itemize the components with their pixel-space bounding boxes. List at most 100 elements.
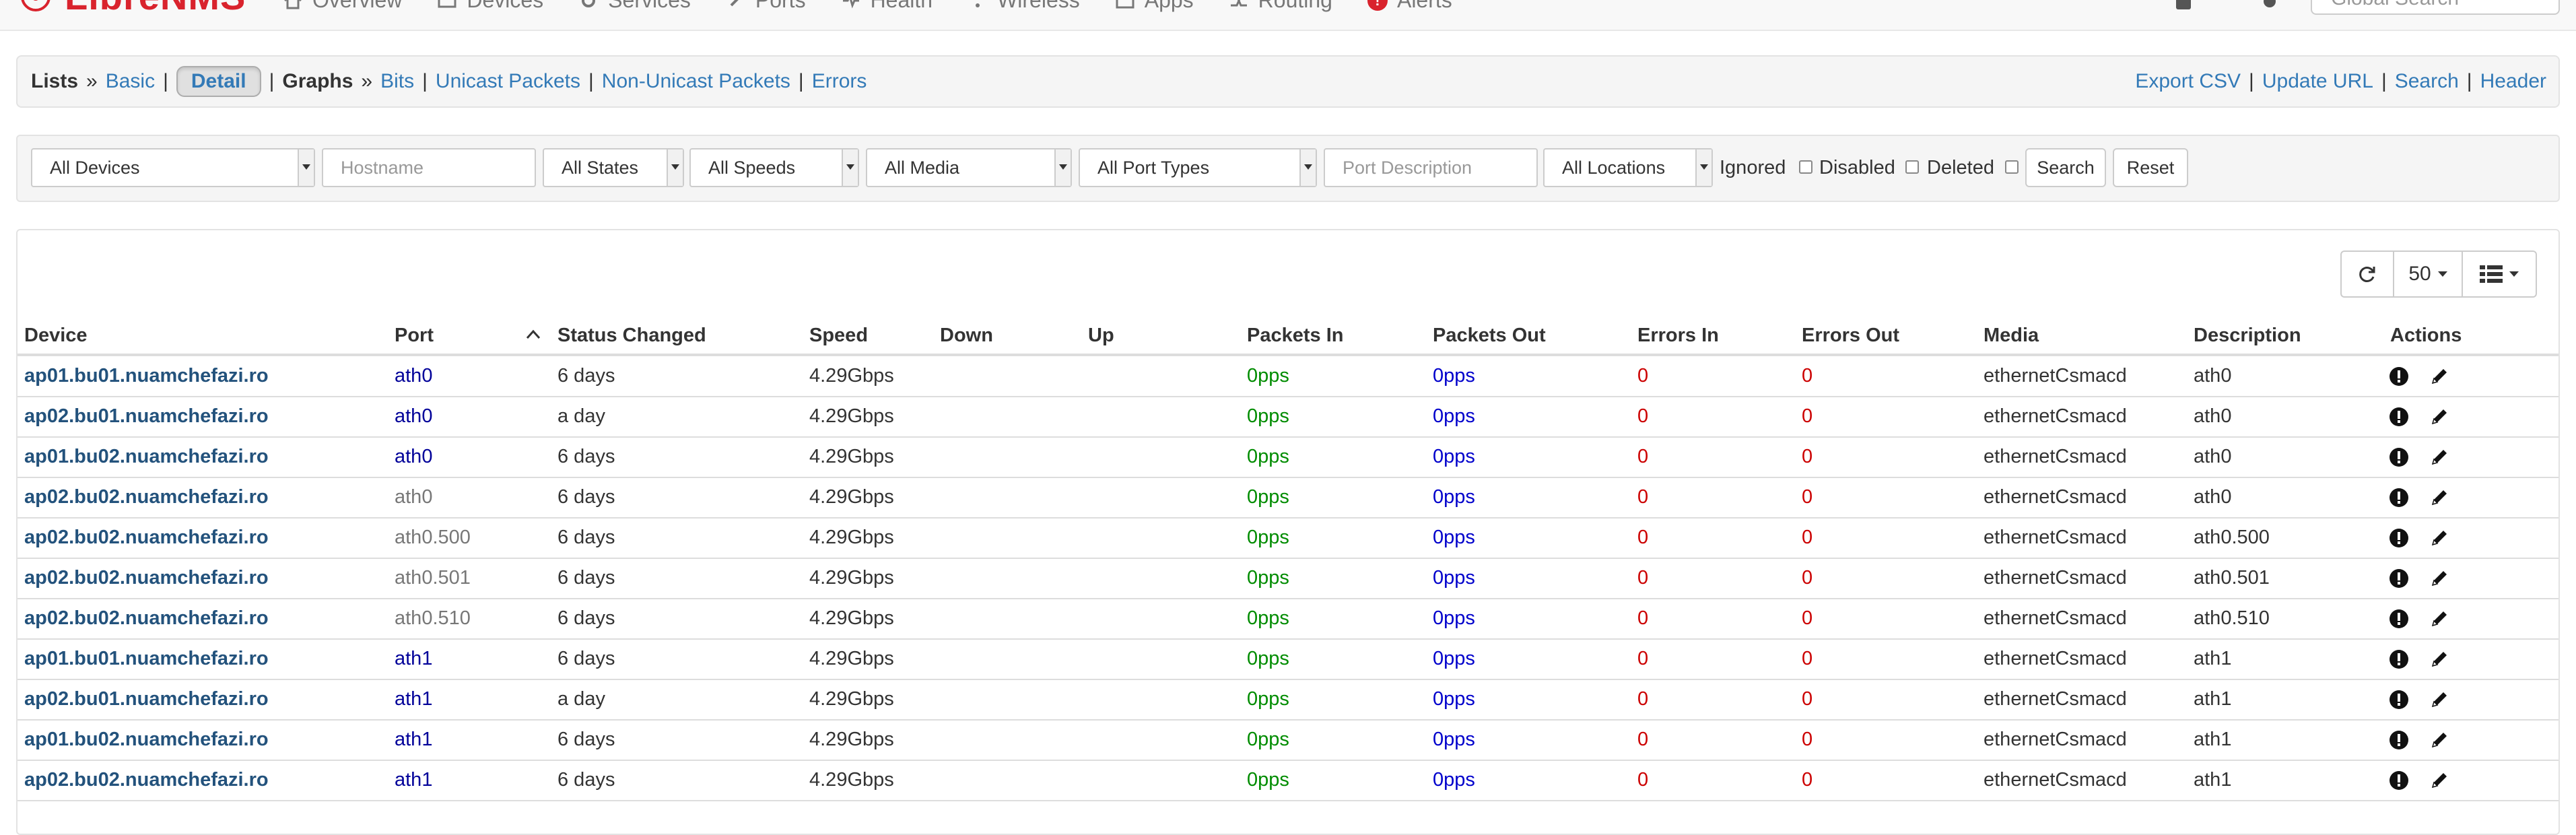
packets-out[interactable]: 0pps <box>1433 729 1475 751</box>
packets-out[interactable]: 0pps <box>1433 527 1475 549</box>
brand[interactable]: LibreNMS <box>19 0 246 15</box>
device-link[interactable]: ap02.bu02.nuamchefazi.ro <box>24 607 269 630</box>
user-icon[interactable] <box>2172 0 2195 16</box>
device-select[interactable]: All Devices <box>31 148 315 187</box>
port-link[interactable]: ath1 <box>395 688 432 710</box>
packets-in[interactable]: 0pps <box>1247 527 1289 549</box>
alert-rule-icon[interactable] <box>2389 730 2409 750</box>
col-packets-in[interactable]: Packets In <box>1247 325 1343 347</box>
device-link[interactable]: ap01.bu01.nuamchefazi.ro <box>24 365 269 387</box>
deleted-checkbox[interactable] <box>2005 160 2019 174</box>
device-link[interactable]: ap02.bu02.nuamchefazi.ro <box>24 567 269 589</box>
errors-out[interactable]: 0 <box>1802 446 1812 468</box>
errors-in[interactable]: 0 <box>1637 648 1648 670</box>
refresh-button[interactable] <box>2340 250 2394 298</box>
packets-out[interactable]: 0pps <box>1433 648 1475 670</box>
pencil-icon[interactable] <box>2429 488 2449 508</box>
errors-out[interactable]: 0 <box>1802 607 1812 630</box>
update-url-link[interactable]: Update URL <box>2262 70 2373 93</box>
state-select[interactable]: All States <box>543 148 684 187</box>
errors-out[interactable]: 0 <box>1802 486 1812 508</box>
packets-out[interactable]: 0pps <box>1433 405 1475 428</box>
list-basic-link[interactable]: Basic <box>106 70 155 93</box>
packets-out[interactable]: 0pps <box>1433 607 1475 630</box>
speed-select[interactable]: All Speeds <box>689 148 859 187</box>
alert-rule-icon[interactable] <box>2389 528 2409 548</box>
packets-in[interactable]: 0pps <box>1247 607 1289 630</box>
port-type-select[interactable]: All Port Types <box>1079 148 1317 187</box>
port-link[interactable]: ath0.501 <box>395 567 471 589</box>
reset-button[interactable]: Reset <box>2113 148 2188 187</box>
nav-alerts[interactable]: ! Alerts <box>1367 0 1452 13</box>
pencil-icon[interactable] <box>2429 770 2449 791</box>
pencil-icon[interactable] <box>2429 690 2449 710</box>
alert-rule-icon[interactable] <box>2389 649 2409 669</box>
errors-out[interactable]: 0 <box>1802 365 1812 387</box>
device-link[interactable]: ap02.bu01.nuamchefazi.ro <box>24 688 269 710</box>
location-select[interactable]: All Locations <box>1543 148 1713 187</box>
columns-dropdown[interactable] <box>2462 250 2537 298</box>
packets-in[interactable]: 0pps <box>1247 769 1289 791</box>
packets-out[interactable]: 0pps <box>1433 769 1475 791</box>
alert-rule-icon[interactable] <box>2389 488 2409 508</box>
col-media[interactable]: Media <box>1984 325 2039 347</box>
packets-in[interactable]: 0pps <box>1247 729 1289 751</box>
pencil-icon[interactable] <box>2429 447 2449 467</box>
graph-errors-link[interactable]: Errors <box>812 70 867 93</box>
errors-in[interactable]: 0 <box>1637 527 1648 549</box>
errors-in[interactable]: 0 <box>1637 405 1648 428</box>
errors-out[interactable]: 0 <box>1802 567 1812 589</box>
errors-in[interactable]: 0 <box>1637 769 1648 791</box>
col-errors-out[interactable]: Errors Out <box>1802 325 1899 347</box>
col-down[interactable]: Down <box>940 325 993 347</box>
alert-rule-icon[interactable] <box>2389 690 2409 710</box>
alert-rule-icon[interactable] <box>2389 447 2409 467</box>
pencil-icon[interactable] <box>2429 568 2449 589</box>
errors-in[interactable]: 0 <box>1637 607 1648 630</box>
port-link[interactable]: ath1 <box>395 729 432 751</box>
alert-rule-icon[interactable] <box>2389 609 2409 629</box>
device-link[interactable]: ap02.bu02.nuamchefazi.ro <box>24 486 269 508</box>
disabled-checkbox[interactable] <box>1905 160 1919 174</box>
gear-icon[interactable] <box>2258 0 2281 16</box>
errors-out[interactable]: 0 <box>1802 688 1812 710</box>
col-port[interactable]: Port <box>395 325 434 347</box>
errors-in[interactable]: 0 <box>1637 688 1648 710</box>
packets-in[interactable]: 0pps <box>1247 688 1289 710</box>
packets-in[interactable]: 0pps <box>1247 446 1289 468</box>
errors-out[interactable]: 0 <box>1802 527 1812 549</box>
errors-in[interactable]: 0 <box>1637 567 1648 589</box>
col-description[interactable]: Description <box>2194 325 2301 347</box>
nav-services[interactable]: Services <box>578 0 691 13</box>
device-link[interactable]: ap01.bu02.nuamchefazi.ro <box>24 729 269 751</box>
port-description-input[interactable]: Port Description <box>1324 148 1538 187</box>
errors-in[interactable]: 0 <box>1637 365 1648 387</box>
col-device[interactable]: Device <box>24 325 88 347</box>
device-link[interactable]: ap02.bu02.nuamchefazi.ro <box>24 769 269 791</box>
search-button[interactable]: Search <box>2025 148 2106 187</box>
export-csv-link[interactable]: Export CSV <box>2135 70 2241 93</box>
graph-bits-link[interactable]: Bits <box>380 70 414 93</box>
alert-rule-icon[interactable] <box>2389 366 2409 387</box>
device-link[interactable]: ap02.bu02.nuamchefazi.ro <box>24 527 269 549</box>
device-link[interactable]: ap02.bu01.nuamchefazi.ro <box>24 405 269 428</box>
hostname-input[interactable]: Hostname <box>322 148 536 187</box>
nav-ports[interactable]: Ports <box>726 0 806 13</box>
packets-out[interactable]: 0pps <box>1433 446 1475 468</box>
errors-out[interactable]: 0 <box>1802 729 1812 751</box>
alert-rule-icon[interactable] <box>2389 407 2409 427</box>
packets-out[interactable]: 0pps <box>1433 688 1475 710</box>
alert-rule-icon[interactable] <box>2389 568 2409 589</box>
errors-out[interactable]: 0 <box>1802 648 1812 670</box>
nav-devices[interactable]: Devices <box>437 0 543 13</box>
pencil-icon[interactable] <box>2429 730 2449 750</box>
errors-out[interactable]: 0 <box>1802 405 1812 428</box>
col-packets-out[interactable]: Packets Out <box>1433 325 1546 347</box>
port-link[interactable]: ath0.500 <box>395 527 471 549</box>
nav-apps[interactable]: Apps <box>1115 0 1194 13</box>
errors-in[interactable]: 0 <box>1637 486 1648 508</box>
header-toggle-link[interactable]: Header <box>2480 70 2546 93</box>
col-up[interactable]: Up <box>1088 325 1114 347</box>
col-status-changed[interactable]: Status Changed <box>557 325 706 347</box>
pencil-icon[interactable] <box>2429 528 2449 548</box>
